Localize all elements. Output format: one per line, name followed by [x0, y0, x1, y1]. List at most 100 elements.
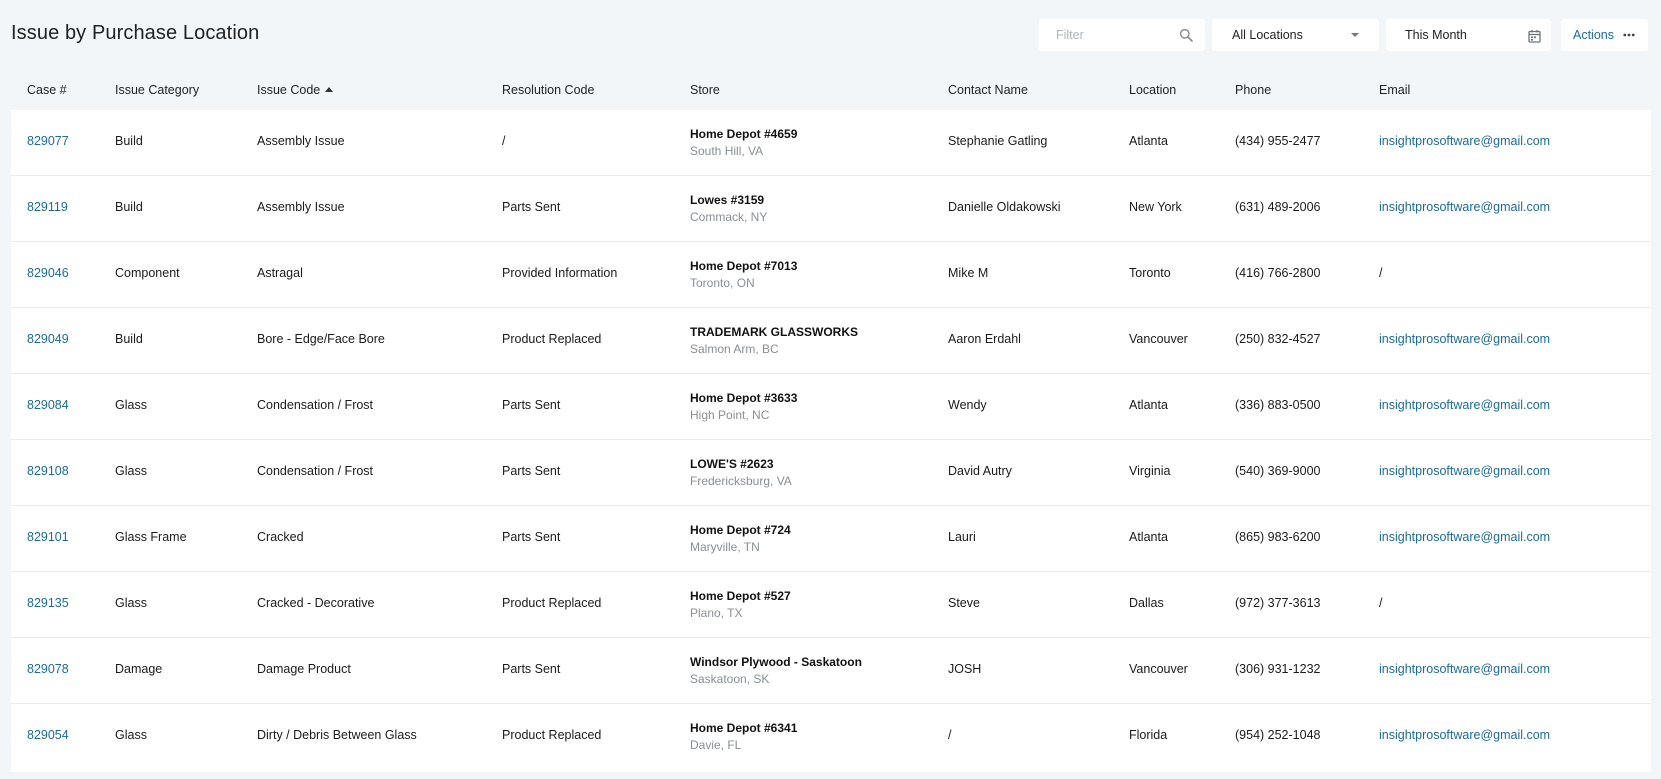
contact-name: David Autry — [948, 464, 1012, 478]
store-address: High Point, NC — [690, 408, 770, 422]
email-link[interactable]: insightprosoftware@gmail.com — [1379, 398, 1550, 412]
store-name: Home Depot #7013 — [690, 259, 798, 273]
phone: (434) 955-2477 — [1235, 134, 1321, 148]
store-address: Toronto, ON — [690, 276, 755, 290]
location: Dallas — [1129, 596, 1164, 610]
case-number-link[interactable]: 829054 — [27, 728, 69, 742]
email-link[interactable]: insightprosoftware@gmail.com — [1379, 530, 1550, 544]
location-select[interactable]: All Locations — [1212, 19, 1379, 51]
column-header-contact-name[interactable]: Contact Name — [948, 83, 1028, 97]
actions-button[interactable]: Actions — [1561, 19, 1648, 51]
case-number-link[interactable]: 829108 — [27, 464, 69, 478]
page-header: Issue by Purchase Location All Locations… — [0, 0, 1661, 72]
resolution-code: Product Replaced — [502, 728, 602, 742]
store-name: Home Depot #724 — [690, 523, 791, 537]
table-body: 829077 Build Assembly Issue / Home Depot… — [11, 110, 1651, 772]
contact-name: Wendy — [948, 398, 987, 412]
store-name: Home Depot #3633 — [690, 391, 798, 405]
store-name: Home Depot #4659 — [690, 127, 798, 141]
table-row: 829135 Glass Cracked - Decorative Produc… — [11, 572, 1651, 638]
column-header-phone[interactable]: Phone — [1235, 83, 1271, 97]
store-cell: Home Depot #6341 Davie, FL — [690, 721, 797, 752]
column-header-issue-category[interactable]: Issue Category — [115, 83, 199, 97]
caret-down-icon — [1351, 33, 1359, 37]
column-header-store[interactable]: Store — [690, 83, 720, 97]
email-link[interactable]: insightprosoftware@gmail.com — [1379, 728, 1550, 742]
date-range-value: This Month — [1405, 28, 1467, 42]
issue-code: Bore - Edge/Face Bore — [257, 332, 385, 346]
contact-name: Steve — [948, 596, 980, 610]
issue-category: Glass — [115, 464, 147, 478]
case-number-link[interactable]: 829101 — [27, 530, 69, 544]
email-link[interactable]: insightprosoftware@gmail.com — [1379, 464, 1550, 478]
case-number-link[interactable]: 829049 — [27, 332, 69, 346]
location: Florida — [1129, 728, 1168, 742]
table-row: 829084 Glass Condensation / Frost Parts … — [11, 374, 1651, 440]
store-name: Windsor Plywood - Saskatoon — [690, 655, 862, 669]
issue-category: Glass — [115, 398, 147, 412]
resolution-code: Parts Sent — [502, 200, 561, 214]
issue-code: Cracked — [257, 530, 304, 544]
column-header-case[interactable]: Case # — [27, 83, 67, 97]
store-cell: Home Depot #7013 Toronto, ON — [690, 259, 797, 290]
issue-code: Assembly Issue — [257, 134, 345, 148]
store-name: Home Depot #6341 — [690, 721, 798, 735]
email-link[interactable]: insightprosoftware@gmail.com — [1379, 134, 1550, 148]
more-horizontal-icon — [1623, 33, 1635, 37]
contact-name: Lauri — [948, 530, 976, 544]
table-row: 829054 Glass Dirty / Debris Between Glas… — [11, 704, 1651, 770]
case-number-link[interactable]: 829135 — [27, 596, 69, 610]
contact-name: Mike M — [948, 266, 989, 280]
date-range-picker[interactable]: This Month — [1386, 19, 1551, 51]
email-link[interactable]: insightprosoftware@gmail.com — [1379, 662, 1550, 676]
phone: (416) 766-2800 — [1235, 266, 1321, 280]
resolution-code: Provided Information — [502, 266, 618, 280]
issue-category: Build — [115, 332, 143, 346]
phone: (865) 983-6200 — [1235, 530, 1321, 544]
issue-code: Assembly Issue — [257, 200, 345, 214]
case-number-link[interactable]: 829077 — [27, 134, 69, 148]
phone: (972) 377-3613 — [1235, 596, 1321, 610]
store-address: Plano, TX — [690, 606, 743, 620]
phone: (631) 489-2006 — [1235, 200, 1321, 214]
search-icon[interactable] — [1179, 28, 1193, 42]
table-row: 829077 Build Assembly Issue / Home Depot… — [11, 110, 1651, 176]
filter-box[interactable] — [1039, 19, 1205, 51]
contact-name: Stephanie Gatling — [948, 134, 1048, 148]
page-title: Issue by Purchase Location — [11, 22, 260, 44]
issue-code: Dirty / Debris Between Glass — [257, 728, 417, 742]
store-cell: Windsor Plywood - Saskatoon Saskatoon, S… — [690, 655, 862, 686]
column-header-location[interactable]: Location — [1129, 83, 1176, 97]
case-number-link[interactable]: 829046 — [27, 266, 69, 280]
store-cell: Home Depot #4659 South Hill, VA — [690, 127, 797, 158]
email-link[interactable]: insightprosoftware@gmail.com — [1379, 332, 1550, 346]
store-cell: Home Depot #3633 High Point, NC — [690, 391, 797, 422]
case-number-link[interactable]: 829084 — [27, 398, 69, 412]
issue-category: Glass — [115, 596, 147, 610]
column-header-resolution-code[interactable]: Resolution Code — [502, 83, 594, 97]
contact-name: / — [948, 728, 952, 742]
contact-name: JOSH — [948, 662, 982, 676]
issue-code: Damage Product — [257, 662, 351, 676]
location: Vancouver — [1129, 662, 1188, 676]
store-address: Saskatoon, SK — [690, 672, 770, 686]
phone: (540) 369-9000 — [1235, 464, 1321, 478]
store-name: LOWE'S #2623 — [690, 457, 774, 471]
email-link[interactable]: insightprosoftware@gmail.com — [1379, 200, 1550, 214]
store-cell: Lowes #3159 Commack, NY — [690, 193, 767, 224]
resolution-code: Parts Sent — [502, 662, 561, 676]
table-row: 829046 Component Astragal Provided Infor… — [11, 242, 1651, 308]
table-row: 829049 Build Bore - Edge/Face Bore Produ… — [11, 308, 1651, 374]
location: Atlanta — [1129, 530, 1168, 544]
resolution-code: Parts Sent — [502, 464, 561, 478]
store-address: Davie, FL — [690, 738, 742, 752]
store-name: TRADEMARK GLASSWORKS — [690, 325, 858, 339]
case-number-link[interactable]: 829119 — [27, 200, 68, 214]
column-header-issue-code[interactable]: Issue Code — [257, 83, 334, 97]
issue-category: Glass — [115, 728, 147, 742]
calendar-icon[interactable] — [1528, 29, 1541, 43]
issue-code: Cracked - Decorative — [257, 596, 375, 610]
column-header-email[interactable]: Email — [1379, 83, 1410, 97]
resolution-code: Product Replaced — [502, 332, 602, 346]
case-number-link[interactable]: 829078 — [27, 662, 69, 676]
